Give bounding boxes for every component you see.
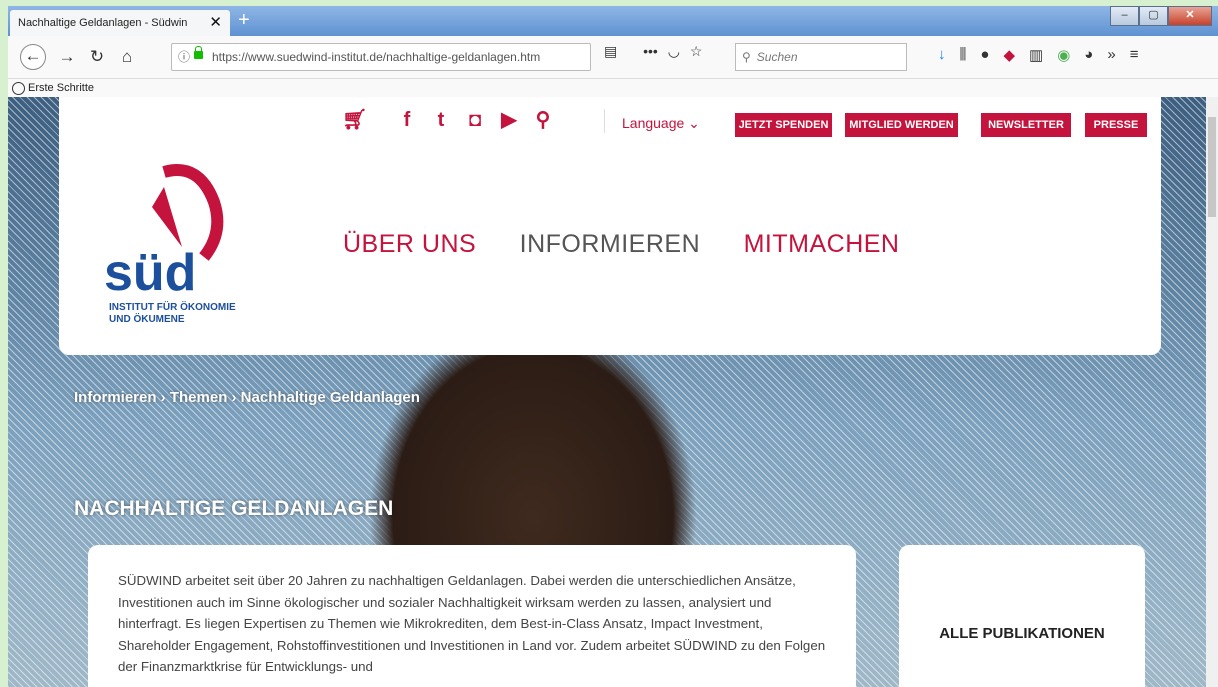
search-placeholder: Suchen (756, 50, 798, 64)
logo-word: süd (104, 244, 196, 302)
logo-subtitle: INSTITUT FÜR ÖKONOMIE UND ÖKUMENE (109, 302, 236, 326)
back-icon[interactable]: ← (20, 44, 46, 70)
tab-bar: Nachhaltige Geldanlagen - Südwin ✕ + – ▢… (8, 6, 1218, 36)
url-text: https://www.suedwind-institut.de/nachhal… (212, 44, 592, 70)
maximize-icon[interactable]: ▢ (1139, 6, 1168, 26)
minimize-icon[interactable]: – (1110, 6, 1139, 26)
menu-icon[interactable]: ≡ (1130, 46, 1139, 64)
breadcrumb[interactable]: Informieren › Themen › Nachhaltige Gelda… (74, 389, 420, 406)
separator (604, 109, 605, 133)
site-logo[interactable]: süd INSTITUT FÜR ÖKONOMIE UND ÖKUMENE (104, 152, 244, 342)
info-icon[interactable]: ⓘ (178, 44, 190, 70)
scrollbar-thumb[interactable] (1208, 117, 1216, 217)
press-button[interactable]: PRESSE (1085, 113, 1147, 137)
globe-icon (12, 82, 25, 95)
scrollbar[interactable] (1206, 97, 1218, 687)
logo-subtitle-line-2: UND ÖKUMENE (109, 314, 185, 325)
web-page: 🛒︎ f t ◘ ▶ ⚲ Language ⌄ JETZT SPENDEN MI… (8, 97, 1206, 687)
tab-active[interactable]: Nachhaltige Geldanlagen - Südwin ✕ (10, 10, 230, 36)
language-select[interactable]: Language ⌄ (622, 115, 700, 132)
url-path: /nachhaltige-geldanlagen.htm (382, 50, 541, 64)
url-host: https://www.suedwind-institut.de (212, 50, 383, 64)
library-icon[interactable]: ⫼ (960, 46, 967, 64)
social-icons: 🛒︎ f t ◘ ▶ ⚲ (342, 109, 554, 131)
search-icon: ⚲ (742, 50, 751, 64)
ublock-icon[interactable]: ◆ (1003, 46, 1015, 64)
window-close-icon[interactable]: ✕ (1168, 6, 1212, 26)
bookmark-item[interactable]: Erste Schritte (28, 82, 94, 94)
nav-informieren[interactable]: INFORMIEREN (520, 230, 701, 258)
reader-view-icon[interactable]: ▤ (604, 43, 617, 59)
toolbar-icons: ↓ ⫼ ● ◆ ▥ ◉ ◕ » ≡ (938, 46, 1138, 64)
download-icon[interactable]: ↓ (938, 46, 946, 64)
page-title: NACHHALTIGE GELDANLAGEN (74, 497, 394, 520)
pocket-icon[interactable]: ◡ (668, 43, 680, 59)
twitter-icon[interactable]: t (430, 109, 452, 131)
main-navigation: ÜBER UNS INFORMIEREN MITMACHEN (343, 230, 935, 259)
search-input[interactable]: ⚲ Suchen (735, 43, 907, 71)
lock-icon (194, 46, 203, 59)
instagram-icon[interactable]: ◘ (464, 109, 486, 131)
publications-card[interactable]: ALLE PUBLIKATIONEN (899, 545, 1145, 687)
youtube-icon[interactable]: ▶ (498, 109, 520, 131)
intro-text: SÜDWIND arbeitet seit über 20 Jahren zu … (118, 573, 826, 674)
sidebar-icon[interactable]: ▥ (1029, 46, 1043, 64)
content-card: SÜDWIND arbeitet seit über 20 Jahren zu … (88, 545, 856, 687)
facebook-icon[interactable]: f (396, 109, 418, 131)
close-tab-icon[interactable]: ✕ (209, 13, 222, 31)
bookmark-star-icon[interactable]: ☆ (690, 43, 703, 59)
donate-button[interactable]: JETZT SPENDEN (735, 113, 832, 137)
extension-account-icon[interactable]: ◕ (1084, 46, 1093, 64)
address-bar[interactable]: ⓘ https://www.suedwind-institut.de/nachh… (171, 43, 591, 71)
newsletter-button[interactable]: NEWSLETTER (981, 113, 1071, 137)
home-icon[interactable]: ⌂ (114, 44, 140, 70)
overflow-icon[interactable]: » (1107, 46, 1115, 64)
extension-green-icon[interactable]: ◉ (1057, 46, 1070, 64)
forward-icon[interactable]: → (54, 44, 80, 70)
site-header: 🛒︎ f t ◘ ▶ ⚲ Language ⌄ JETZT SPENDEN MI… (59, 97, 1161, 355)
page-actions: ▤ ••• ◡ ☆ (604, 43, 702, 60)
more-actions-icon[interactable]: ••• (643, 43, 658, 59)
membership-button[interactable]: MITGLIED WERDEN (845, 113, 958, 137)
publications-link[interactable]: ALLE PUBLIKATIONEN (899, 624, 1145, 643)
logo-subtitle-line-1: INSTITUT FÜR ÖKONOMIE (109, 302, 236, 313)
cart-icon[interactable]: 🛒︎ (342, 109, 367, 131)
search-site-icon[interactable]: ⚲ (532, 109, 554, 131)
nav-ueber-uns[interactable]: ÜBER UNS (343, 230, 476, 258)
bookmarks-bar: Erste Schritte (8, 79, 1218, 97)
tab-title: Nachhaltige Geldanlagen - Südwin (18, 17, 188, 29)
window-controls: – ▢ ✕ (1110, 6, 1212, 26)
navigation-bar: ← → ↻ ⌂ ⓘ https://www.suedwind-institut.… (8, 36, 1218, 79)
nav-mitmachen[interactable]: MITMACHEN (744, 230, 900, 258)
new-tab-icon[interactable]: + (238, 9, 250, 32)
reload-icon[interactable]: ↻ (84, 44, 110, 70)
extension-icon[interactable]: ● (980, 46, 989, 64)
logo-graphic: süd (104, 164, 224, 302)
browser-window: Nachhaltige Geldanlagen - Südwin ✕ + – ▢… (8, 6, 1218, 687)
